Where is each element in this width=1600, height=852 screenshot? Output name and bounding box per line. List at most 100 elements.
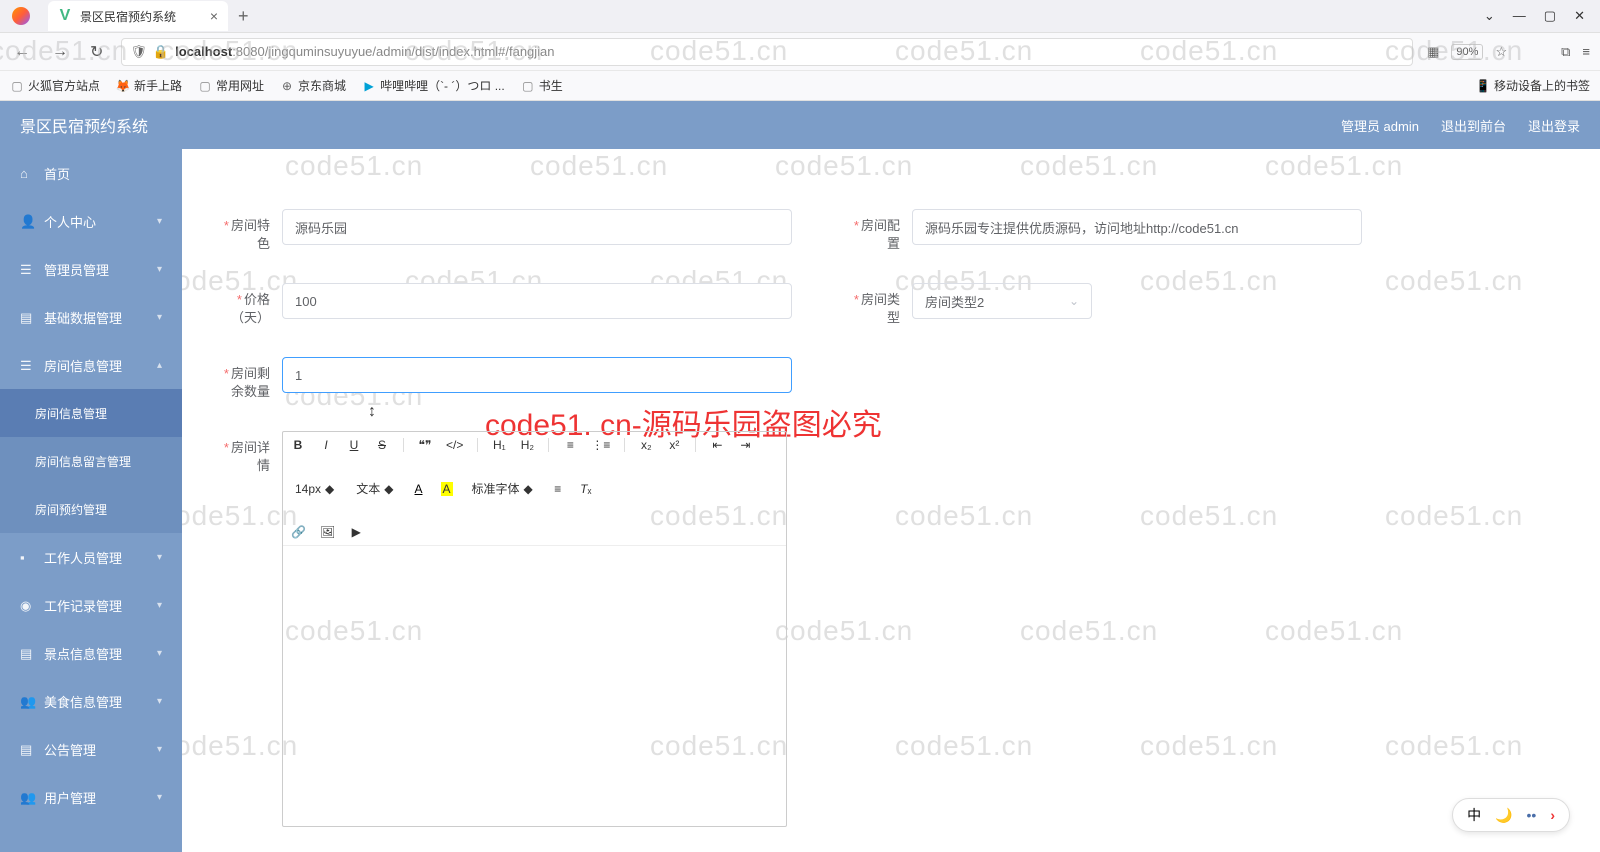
window-chevron-icon[interactable]: ⌄ [1484,8,1495,24]
sidebar-item-worklog[interactable]: ◉工作记录管理▾ [0,581,182,629]
admin-icon: ☰ [20,262,34,276]
text-color-button[interactable]: A [412,482,426,496]
user-icon: 👤 [20,214,34,228]
chevron-down-icon: ▾ [157,792,162,803]
label-room-config: *房间配置 [842,209,900,253]
database-icon: ▤ [20,310,34,324]
block-select[interactable]: 文本 ◆ [352,480,397,497]
sidebar-item-room-book[interactable]: 房间预约管理 [0,485,182,533]
h1-button[interactable]: H₁ [492,438,506,452]
h2-button[interactable]: H₂ [520,438,534,452]
video-button[interactable]: ▶ [349,525,363,539]
quote-button[interactable]: ❝❞ [418,438,432,452]
input-room-feature[interactable] [282,209,792,245]
food-icon: 👥 [20,694,34,708]
sidebar-item-user[interactable]: 👥用户管理▾ [0,773,182,821]
input-remain[interactable] [282,357,792,393]
ime-toolbar[interactable]: 中 🌙 •• › [1452,798,1570,832]
underline-button[interactable]: U [347,438,361,452]
close-tab-icon[interactable]: × [210,8,218,24]
zoom-level[interactable]: 90% [1451,44,1483,60]
nav-back-icon[interactable]: ← [10,39,34,65]
url-input[interactable]: 🛡 🔒 localhost:8080/jingquminsuyuyue/admi… [121,38,1413,66]
bookmark-item[interactable]: ▢书生 [521,77,563,94]
log-icon: ◉ [20,598,34,612]
input-price[interactable] [282,283,792,319]
app-brand: 景区民宿预约系统 [20,113,148,137]
sidebar-item-food[interactable]: 👥美食信息管理▾ [0,677,182,725]
qr-icon[interactable]: ▦ [1427,44,1439,60]
sidebar-item-home[interactable]: ⌂首页 [0,149,182,197]
browser-tab[interactable]: V 景区民宿预约系统 × [48,1,228,31]
align-button[interactable]: ≡ [551,482,565,496]
tab-title: 景区民宿预约系统 [80,8,176,25]
menu-icon[interactable]: ≡ [1582,44,1590,59]
sup-button[interactable]: x² [667,438,681,452]
new-tab-button[interactable]: + [238,6,249,27]
chevron-down-icon: ▾ [157,744,162,755]
exit-front-button[interactable]: 退出到前台 [1441,116,1506,135]
ime-moon-icon[interactable]: 🌙 [1495,807,1512,824]
clear-format-button[interactable]: Tₓ [579,482,593,496]
app-header: 景区民宿预约系统 管理员 admin 退出到前台 退出登录 [0,101,1600,149]
sidebar-item-spot[interactable]: ▤景点信息管理▾ [0,629,182,677]
sidebar-item-staff[interactable]: ▪工作人员管理▾ [0,533,182,581]
home-icon: ⌂ [20,166,34,180]
extensions-icon[interactable]: ⧉ [1561,44,1570,60]
bookmark-item[interactable]: ▢火狐官方站点 [10,77,100,94]
url-text: localhost:8080/jingquminsuyuyue/admin/di… [175,44,554,59]
vue-icon: V [58,9,72,23]
select-room-type[interactable]: 房间类型2 ⌄ [912,283,1092,319]
lock-icon: 🔒 [153,44,169,60]
sidebar-item-personal[interactable]: 👤个人中心▾ [0,197,182,245]
sidebar-item-notice[interactable]: ▤公告管理▾ [0,725,182,773]
input-room-config[interactable] [912,209,1362,245]
strike-button[interactable]: S [375,438,389,452]
sub-button[interactable]: x₂ [639,438,653,452]
field-room-type: *房间类型 房间类型2 ⌄ [842,283,1362,327]
bookmark-mobile[interactable]: 📱移动设备上的书签 [1476,77,1590,94]
chevron-down-icon: ▾ [157,600,162,611]
bookmark-item[interactable]: ▶哔哩哔哩（`- ´）つロ ... [362,77,505,94]
bookmark-item[interactable]: 🦊新手上路 [116,77,182,94]
window-close-icon[interactable]: ✕ [1574,8,1585,24]
address-bar: ← → ↻ 🛡 🔒 localhost:8080/jingquminsuyuyu… [0,33,1600,71]
header-user[interactable]: 管理员 admin [1341,116,1419,135]
italic-button[interactable]: I [319,438,333,452]
window-maximize-icon[interactable]: ▢ [1544,8,1556,24]
bookmark-star-icon[interactable]: ☆ [1495,44,1507,60]
outdent-button[interactable]: ⇥ [738,438,752,452]
bg-color-button[interactable]: A [440,482,454,496]
bookmark-item[interactable]: ▢常用网址 [198,77,264,94]
ul-button[interactable]: ⋮≡ [591,438,610,452]
sidebar-item-room[interactable]: ☰房间信息管理▴ [0,341,182,389]
ime-dots-icon[interactable]: •• [1527,807,1537,823]
chevron-up-icon: ▴ [157,360,162,371]
list-icon: ☰ [20,358,34,372]
logout-button[interactable]: 退出登录 [1528,116,1580,135]
label-price: *价格（天） [212,283,270,327]
bold-button[interactable]: B [291,438,305,452]
sidebar-item-room-comment[interactable]: 房间信息留言管理 [0,437,182,485]
chevron-down-icon: ▾ [157,552,162,563]
nav-reload-icon[interactable]: ↻ [86,38,107,66]
ol-button[interactable]: ≡ [563,438,577,452]
sidebar-item-room-info[interactable]: 房间信息管理 [0,389,182,437]
code-button[interactable]: </> [446,438,463,452]
bookmark-item[interactable]: ⊕京东商城 [280,77,346,94]
link-button[interactable]: 🔗 [291,525,306,539]
image-button[interactable]: 🖼 [320,525,335,539]
ime-lang[interactable]: 中 [1467,805,1481,825]
editor-body[interactable] [283,546,786,826]
sidebar-item-base[interactable]: ▤基础数据管理▾ [0,293,182,341]
sidebar-item-admin[interactable]: ☰管理员管理▾ [0,245,182,293]
indent-button[interactable]: ⇤ [710,438,724,452]
window-minimize-icon[interactable]: — [1513,8,1526,24]
nav-forward-icon[interactable]: → [48,39,72,65]
ime-next-icon[interactable]: › [1550,807,1555,823]
font-family-select[interactable]: 标准字体 ◆ [468,480,537,497]
chevron-down-icon: ▾ [157,312,162,323]
firefox-icon: 🦊 [116,79,130,93]
staff-icon: ▪ [20,550,34,564]
font-size-select[interactable]: 14px ◆ [291,482,338,496]
